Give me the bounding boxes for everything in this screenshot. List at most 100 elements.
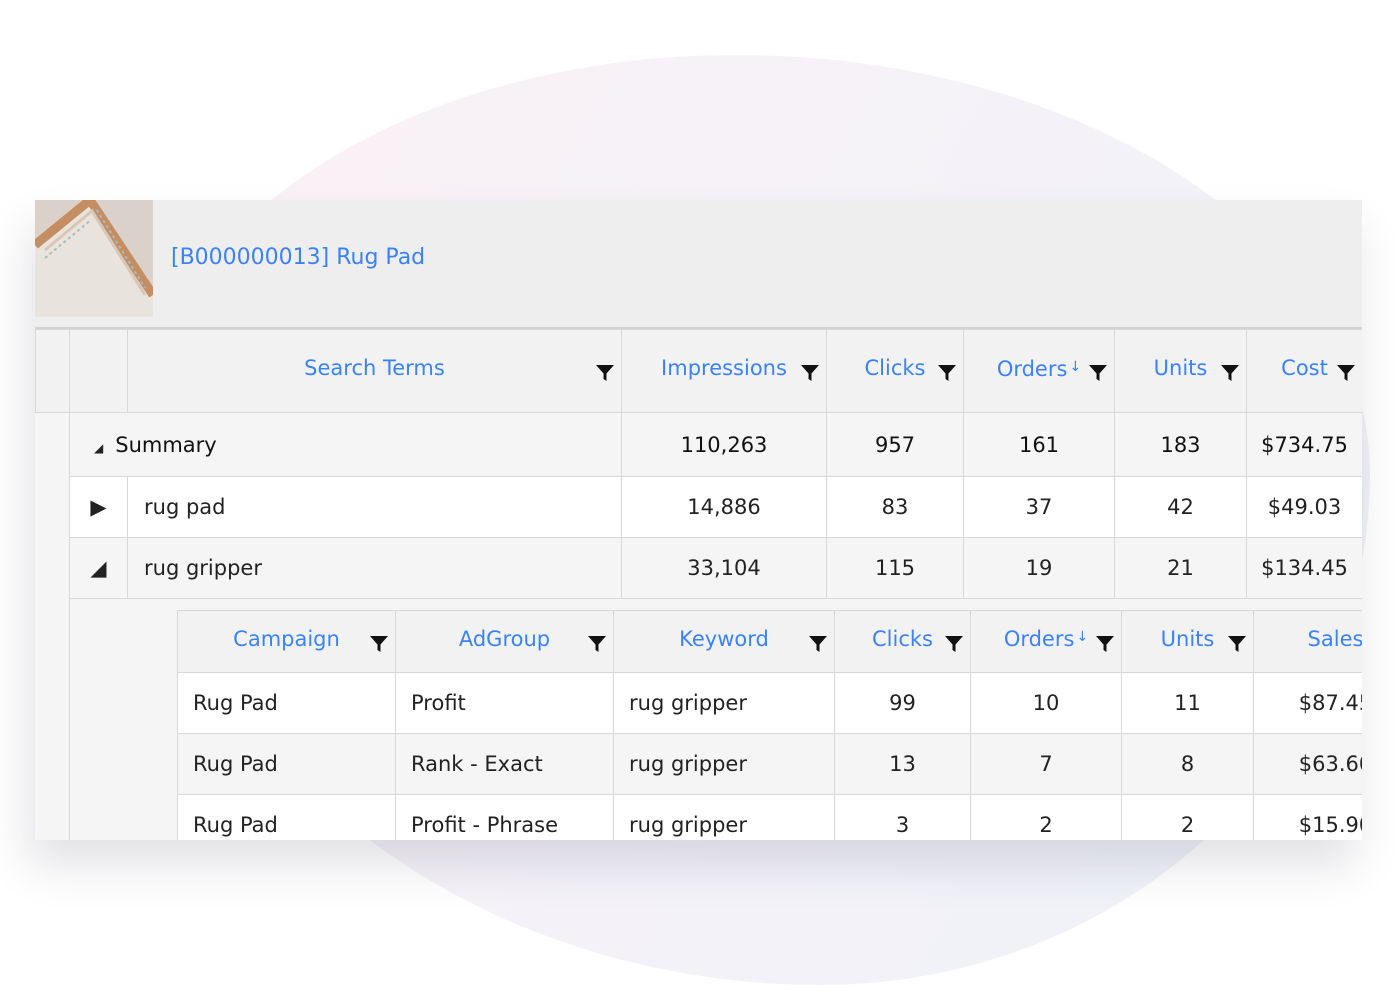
triangle-right-icon[interactable]: ▶: [90, 495, 106, 519]
column-header-sales[interactable]: Sales: [1253, 610, 1362, 673]
campaign-cell: Rug Pad: [177, 733, 396, 795]
units-cell: 8: [1121, 733, 1254, 795]
filter-icon[interactable]: [938, 364, 956, 382]
filter-icon[interactable]: [809, 635, 827, 653]
column-label: Units: [1160, 626, 1215, 651]
units-cell: 11: [1121, 672, 1254, 734]
row-cost: $49.03: [1246, 476, 1362, 538]
sales-cell: $15.90: [1253, 794, 1362, 840]
column-header-adgroup[interactable]: AdGroup: [395, 610, 614, 673]
rug-pad-thumbnail: [35, 200, 153, 317]
detail-spacer: [35, 598, 70, 840]
row-cost: $134.45: [1246, 537, 1362, 599]
triangle-down-icon[interactable]: ◢: [90, 556, 106, 580]
filter-icon[interactable]: [1221, 364, 1239, 382]
header-spacer: [35, 329, 70, 413]
orders-cell: 7: [970, 733, 1122, 795]
keyword-detail-table: Campaign AdGroup Keyword Clicks Orders ↓…: [177, 610, 1362, 840]
sales-cell: $87.45: [1253, 672, 1362, 734]
row-units: 42: [1114, 476, 1247, 538]
summary-orders: 161: [963, 412, 1115, 477]
table-row[interactable]: Rug Pad Rank - Exact rug gripper 13 7 8 …: [177, 733, 1362, 795]
filter-icon[interactable]: [596, 364, 614, 382]
column-label: Orders: [1003, 627, 1075, 651]
keyword-cell: rug gripper: [613, 733, 835, 795]
column-label: Sales: [1307, 626, 1362, 651]
filter-icon[interactable]: [801, 364, 819, 382]
table-row[interactable]: ▶ rug pad 14,886 83 37 42 $49.03: [35, 476, 1362, 538]
sales-cell: $63.60: [1253, 733, 1362, 795]
row-units: 21: [1114, 537, 1247, 599]
column-header-keyword[interactable]: Keyword: [613, 610, 835, 673]
column-label: Clicks: [872, 626, 933, 651]
search-terms-table: Search Terms Impressions Clicks Orders ↓ …: [35, 329, 1362, 840]
column-label: Campaign: [233, 626, 340, 651]
summary-impressions: 110,263: [621, 412, 827, 477]
row-orders: 19: [963, 537, 1115, 599]
table-row[interactable]: Rug Pad Profit - Phrase rug gripper 3 2 …: [177, 794, 1362, 840]
search-terms-header-row: Search Terms Impressions Clicks Orders ↓ …: [35, 329, 1362, 413]
adgroup-cell: Profit: [395, 672, 614, 734]
triangle-down-icon[interactable]: ◢: [94, 441, 103, 455]
summary-clicks: 957: [826, 412, 964, 477]
units-cell: 2: [1121, 794, 1254, 840]
adgroup-cell: Rank - Exact: [395, 733, 614, 795]
summary-cost: $734.75: [1246, 412, 1362, 477]
column-header-impressions[interactable]: Impressions: [621, 329, 827, 413]
detail-row: Campaign AdGroup Keyword Clicks Orders ↓…: [35, 598, 1362, 840]
row-impressions: 14,886: [621, 476, 827, 538]
filter-icon[interactable]: [1096, 635, 1114, 653]
row-impressions: 33,104: [621, 537, 827, 599]
filter-icon[interactable]: [945, 635, 963, 653]
column-header-campaign[interactable]: Campaign: [177, 610, 396, 673]
filter-icon[interactable]: [1228, 635, 1246, 653]
filter-icon[interactable]: [588, 635, 606, 653]
sort-desc-icon: ↓: [1076, 629, 1089, 645]
summary-spacer: [35, 412, 70, 477]
column-header-units[interactable]: Units: [1121, 610, 1254, 673]
clicks-cell: 99: [834, 672, 971, 734]
column-header-units[interactable]: Units: [1114, 329, 1247, 413]
sort-desc-icon: ↓: [1069, 358, 1082, 375]
orders-cell: 10: [970, 672, 1122, 734]
row-spacer: [35, 537, 70, 599]
summary-row: ◢ Summary 110,263 957 161 183 $734.75: [35, 412, 1362, 477]
clicks-cell: 13: [834, 733, 971, 795]
column-header-clicks[interactable]: Clicks: [834, 610, 971, 673]
collapse-toggle[interactable]: ◢: [69, 537, 128, 599]
filter-icon[interactable]: [370, 635, 388, 653]
column-label: Keyword: [679, 626, 769, 651]
summary-units: 183: [1114, 412, 1247, 477]
row-clicks: 83: [826, 476, 964, 538]
column-header-orders[interactable]: Orders ↓: [963, 329, 1115, 413]
search-term: rug gripper: [127, 537, 622, 599]
product-title-link[interactable]: [B000000013] Rug Pad: [171, 245, 425, 270]
row-orders: 37: [963, 476, 1115, 538]
table-row[interactable]: ◢ rug gripper 33,104 115 19 21 $134.45: [35, 537, 1362, 599]
column-header-orders[interactable]: Orders ↓: [970, 610, 1122, 673]
column-label: Clicks: [864, 356, 926, 380]
clicks-cell: 3: [834, 794, 971, 840]
column-header-cost[interactable]: Cost: [1246, 329, 1362, 413]
table-row[interactable]: Rug Pad Profit rug gripper 99 10 11 $87.…: [177, 672, 1362, 734]
keyword-cell: rug gripper: [613, 672, 835, 734]
product-header: [B000000013] Rug Pad: [35, 200, 1362, 329]
expand-toggle[interactable]: ▶: [69, 476, 128, 538]
column-label: Impressions: [661, 356, 787, 380]
row-clicks: 115: [826, 537, 964, 599]
filter-icon[interactable]: [1337, 364, 1355, 382]
column-header-search-terms[interactable]: Search Terms: [127, 329, 622, 413]
filter-icon[interactable]: [1089, 364, 1107, 382]
orders-cell: 2: [970, 794, 1122, 840]
row-spacer: [35, 476, 70, 538]
column-label: Cost: [1281, 356, 1328, 380]
campaign-cell: Rug Pad: [177, 794, 396, 840]
search-term: rug pad: [127, 476, 622, 538]
detail-header-row: Campaign AdGroup Keyword Clicks Orders ↓…: [177, 610, 1362, 673]
summary-label-cell[interactable]: ◢ Summary: [69, 412, 622, 477]
column-label: Units: [1153, 356, 1208, 380]
campaign-cell: Rug Pad: [177, 672, 396, 734]
detail-container: Campaign AdGroup Keyword Clicks Orders ↓…: [69, 598, 1362, 840]
summary-label: Summary: [115, 432, 217, 457]
column-header-clicks[interactable]: Clicks: [826, 329, 964, 413]
